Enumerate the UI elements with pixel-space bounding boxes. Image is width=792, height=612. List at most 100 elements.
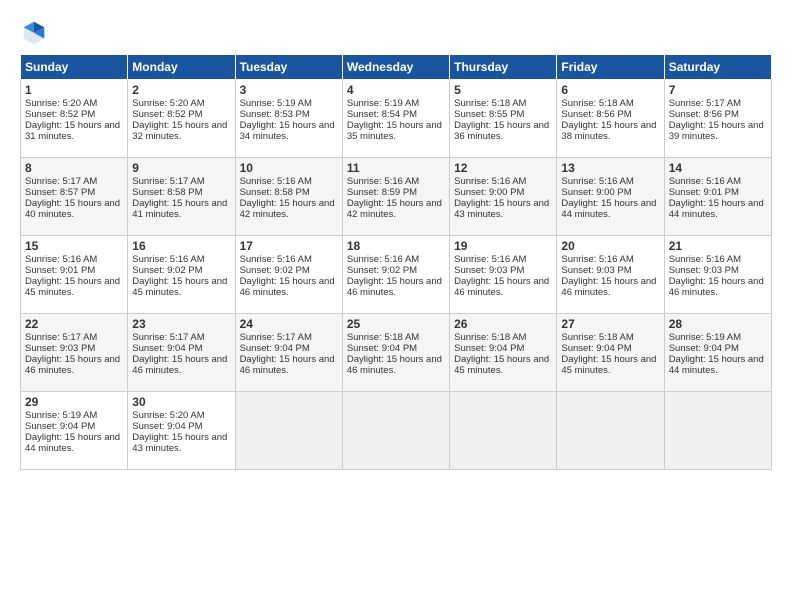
calendar-cell: 5 Sunrise: 5:18 AM Sunset: 8:55 PM Dayli… xyxy=(450,80,557,158)
day-number: 2 xyxy=(132,83,230,97)
calendar-cell: 24 Sunrise: 5:17 AM Sunset: 9:04 PM Dayl… xyxy=(235,314,342,392)
daylight: Daylight: 15 hours and 41 minutes. xyxy=(132,198,227,220)
sunset: Sunset: 9:03 PM xyxy=(454,265,524,276)
sunrise: Sunrise: 5:16 AM xyxy=(347,176,419,187)
daylight: Daylight: 15 hours and 42 minutes. xyxy=(347,198,442,220)
calendar-cell: 12 Sunrise: 5:16 AM Sunset: 9:00 PM Dayl… xyxy=(450,158,557,236)
day-number: 12 xyxy=(454,161,552,175)
sunset: Sunset: 8:59 PM xyxy=(347,187,417,198)
calendar-cell: 23 Sunrise: 5:17 AM Sunset: 9:04 PM Dayl… xyxy=(128,314,235,392)
daylight: Daylight: 15 hours and 31 minutes. xyxy=(25,120,120,142)
calendar-cell: 27 Sunrise: 5:18 AM Sunset: 9:04 PM Dayl… xyxy=(557,314,664,392)
weekday-header: Thursday xyxy=(450,55,557,80)
day-number: 10 xyxy=(240,161,338,175)
sunset: Sunset: 9:04 PM xyxy=(132,343,202,354)
sunrise: Sunrise: 5:18 AM xyxy=(561,332,633,343)
calendar-cell: 18 Sunrise: 5:16 AM Sunset: 9:02 PM Dayl… xyxy=(342,236,449,314)
weekday-header: Tuesday xyxy=(235,55,342,80)
day-number: 7 xyxy=(669,83,767,97)
calendar-cell: 2 Sunrise: 5:20 AM Sunset: 8:52 PM Dayli… xyxy=(128,80,235,158)
day-number: 5 xyxy=(454,83,552,97)
day-number: 3 xyxy=(240,83,338,97)
weekday-header: Wednesday xyxy=(342,55,449,80)
sunrise: Sunrise: 5:17 AM xyxy=(25,332,97,343)
calendar-cell xyxy=(557,392,664,470)
sunset: Sunset: 9:04 PM xyxy=(240,343,310,354)
sunrise: Sunrise: 5:16 AM xyxy=(240,254,312,265)
sunset: Sunset: 9:02 PM xyxy=(240,265,310,276)
daylight: Daylight: 15 hours and 46 minutes. xyxy=(25,354,120,376)
sunrise: Sunrise: 5:16 AM xyxy=(454,254,526,265)
daylight: Daylight: 15 hours and 32 minutes. xyxy=(132,120,227,142)
daylight: Daylight: 15 hours and 39 minutes. xyxy=(669,120,764,142)
day-number: 16 xyxy=(132,239,230,253)
sunrise: Sunrise: 5:16 AM xyxy=(669,176,741,187)
sunrise: Sunrise: 5:17 AM xyxy=(25,176,97,187)
calendar-cell: 30 Sunrise: 5:20 AM Sunset: 9:04 PM Dayl… xyxy=(128,392,235,470)
day-number: 17 xyxy=(240,239,338,253)
sunset: Sunset: 9:01 PM xyxy=(25,265,95,276)
sunset: Sunset: 9:04 PM xyxy=(454,343,524,354)
calendar-table: SundayMondayTuesdayWednesdayThursdayFrid… xyxy=(20,54,772,470)
daylight: Daylight: 15 hours and 45 minutes. xyxy=(132,276,227,298)
calendar-cell: 28 Sunrise: 5:19 AM Sunset: 9:04 PM Dayl… xyxy=(664,314,771,392)
sunrise: Sunrise: 5:18 AM xyxy=(454,98,526,109)
logo-icon xyxy=(20,18,48,46)
day-number: 23 xyxy=(132,317,230,331)
sunrise: Sunrise: 5:16 AM xyxy=(347,254,419,265)
calendar-cell: 4 Sunrise: 5:19 AM Sunset: 8:54 PM Dayli… xyxy=(342,80,449,158)
day-number: 26 xyxy=(454,317,552,331)
calendar-cell: 7 Sunrise: 5:17 AM Sunset: 8:56 PM Dayli… xyxy=(664,80,771,158)
sunrise: Sunrise: 5:18 AM xyxy=(454,332,526,343)
day-number: 14 xyxy=(669,161,767,175)
sunrise: Sunrise: 5:16 AM xyxy=(669,254,741,265)
sunset: Sunset: 9:00 PM xyxy=(561,187,631,198)
calendar-cell: 19 Sunrise: 5:16 AM Sunset: 9:03 PM Dayl… xyxy=(450,236,557,314)
calendar-cell xyxy=(235,392,342,470)
sunset: Sunset: 9:02 PM xyxy=(132,265,202,276)
sunset: Sunset: 9:02 PM xyxy=(347,265,417,276)
daylight: Daylight: 15 hours and 44 minutes. xyxy=(669,354,764,376)
daylight: Daylight: 15 hours and 46 minutes. xyxy=(240,354,335,376)
sunrise: Sunrise: 5:16 AM xyxy=(132,254,204,265)
daylight: Daylight: 15 hours and 46 minutes. xyxy=(561,276,656,298)
calendar-cell xyxy=(450,392,557,470)
sunset: Sunset: 9:00 PM xyxy=(454,187,524,198)
calendar-cell: 1 Sunrise: 5:20 AM Sunset: 8:52 PM Dayli… xyxy=(21,80,128,158)
calendar-cell: 8 Sunrise: 5:17 AM Sunset: 8:57 PM Dayli… xyxy=(21,158,128,236)
sunset: Sunset: 9:04 PM xyxy=(25,421,95,432)
day-number: 8 xyxy=(25,161,123,175)
sunrise: Sunrise: 5:20 AM xyxy=(25,98,97,109)
day-number: 9 xyxy=(132,161,230,175)
sunrise: Sunrise: 5:16 AM xyxy=(561,254,633,265)
weekday-header: Sunday xyxy=(21,55,128,80)
sunrise: Sunrise: 5:17 AM xyxy=(132,332,204,343)
daylight: Daylight: 15 hours and 46 minutes. xyxy=(454,276,549,298)
day-number: 4 xyxy=(347,83,445,97)
sunset: Sunset: 9:04 PM xyxy=(561,343,631,354)
day-number: 6 xyxy=(561,83,659,97)
day-number: 13 xyxy=(561,161,659,175)
calendar-cell: 15 Sunrise: 5:16 AM Sunset: 9:01 PM Dayl… xyxy=(21,236,128,314)
calendar-week-row: 22 Sunrise: 5:17 AM Sunset: 9:03 PM Dayl… xyxy=(21,314,772,392)
sunrise: Sunrise: 5:16 AM xyxy=(240,176,312,187)
sunset: Sunset: 9:04 PM xyxy=(347,343,417,354)
calendar-cell: 6 Sunrise: 5:18 AM Sunset: 8:56 PM Dayli… xyxy=(557,80,664,158)
day-number: 28 xyxy=(669,317,767,331)
day-number: 30 xyxy=(132,395,230,409)
daylight: Daylight: 15 hours and 34 minutes. xyxy=(240,120,335,142)
daylight: Daylight: 15 hours and 35 minutes. xyxy=(347,120,442,142)
daylight: Daylight: 15 hours and 46 minutes. xyxy=(669,276,764,298)
sunrise: Sunrise: 5:16 AM xyxy=(25,254,97,265)
calendar-cell: 16 Sunrise: 5:16 AM Sunset: 9:02 PM Dayl… xyxy=(128,236,235,314)
daylight: Daylight: 15 hours and 43 minutes. xyxy=(132,432,227,454)
day-number: 19 xyxy=(454,239,552,253)
sunset: Sunset: 8:56 PM xyxy=(561,109,631,120)
calendar-week-row: 15 Sunrise: 5:16 AM Sunset: 9:01 PM Dayl… xyxy=(21,236,772,314)
sunset: Sunset: 8:54 PM xyxy=(347,109,417,120)
sunset: Sunset: 8:52 PM xyxy=(25,109,95,120)
day-number: 25 xyxy=(347,317,445,331)
sunset: Sunset: 9:03 PM xyxy=(669,265,739,276)
calendar-week-row: 8 Sunrise: 5:17 AM Sunset: 8:57 PM Dayli… xyxy=(21,158,772,236)
sunrise: Sunrise: 5:19 AM xyxy=(347,98,419,109)
